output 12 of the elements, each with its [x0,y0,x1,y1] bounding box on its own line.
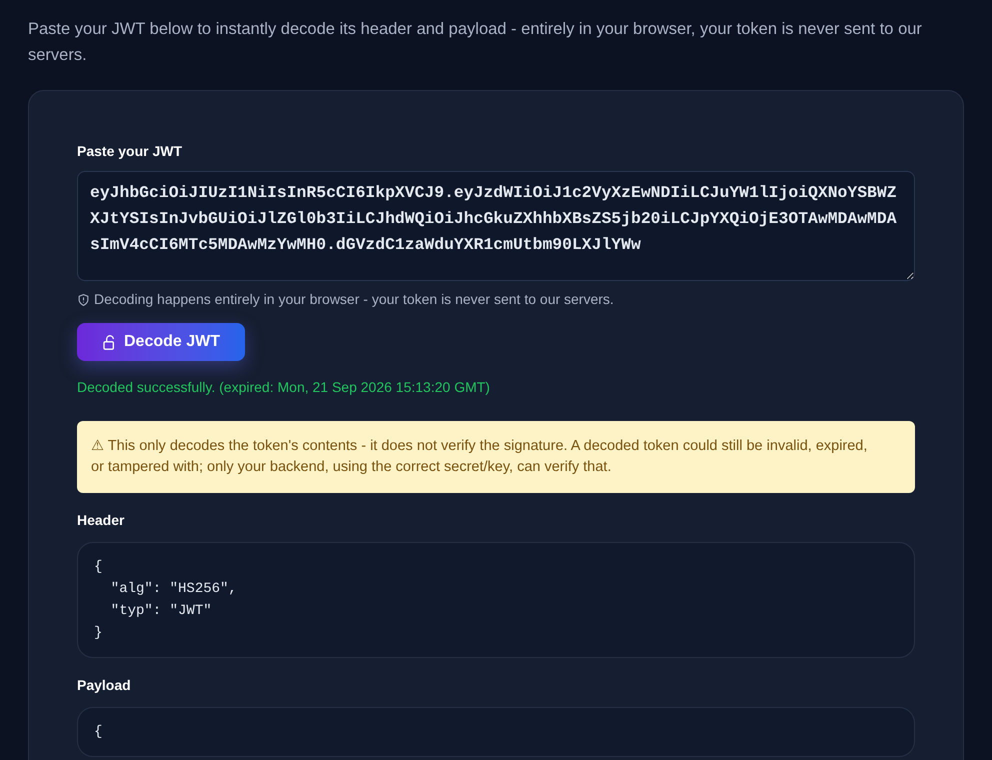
warning-banner: ⚠ This only decodes the token's contents - it does not verify the signature. A decoded token could still be invalid, expired, or tampered with; only your backend, using the correct secret/key, can verify that. [77,421,915,493]
decode-button[interactable]: Decode JWT [77,323,246,361]
shield-icon [77,292,90,306]
field-label: Paste your JWT [77,142,184,161]
token-field[interactable]: eyJhbGciOiJIUzI1NiIsInR5cCI6IkpXVCJ9.eyJzdWIiOiJ1c2VyXzEwNDIiLCJuYW1lIjoiQXNoYSBWZXJtYSIsInJvbGUiOiJlZGl0b3IiLCJhdWQiOiJhcGkuZXhhbXBsZS5jb20iLCJpYXQiOjE3OTAwMDAwMDAsImV4cCI6MTc5MDAwMzYwMH0.dGVzdC1zaWduYXR1cmUtbm90LXJlYWw [77,171,915,281]
intro-text: Paste your JWT below to instantly decode its header and payload - entirely in your browser, your token is never sent to our servers. [28,19,923,66]
section-title: Payload [77,676,132,695]
json-code-block: { "alg": "HS256", "typ": "JWT" } [77,542,915,658]
status-message: Decoded successfully. (expired: Mon, 21 Sep 2026 15:13:20 GMT) [77,378,491,397]
privacy-note: Decoding happens entirely in your browser - your token is never sent to our servers. [94,290,614,309]
section-title: Header [77,511,126,530]
json-code-block: { [77,707,915,757]
